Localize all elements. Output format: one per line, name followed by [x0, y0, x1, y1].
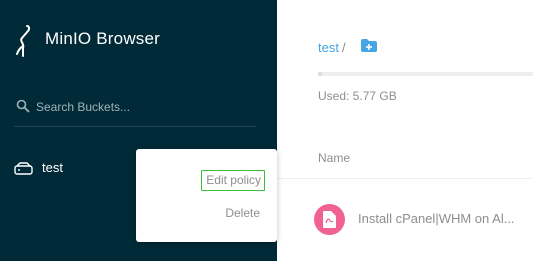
bucket-context-menu: Edit policy Delete — [136, 149, 277, 242]
delete-menu-item[interactable]: Delete — [225, 206, 260, 220]
folder-add-icon[interactable] — [361, 39, 377, 52]
breadcrumb-bucket-link[interactable]: test — [318, 40, 339, 55]
storage-progress-fill — [318, 72, 323, 76]
main-content: test / Used: 5.77 GB Name Install cPanel|… — [277, 0, 533, 261]
bucket-name: test — [42, 160, 63, 175]
app-title: MinIO Browser — [45, 29, 161, 48]
storage-progress-bar — [318, 72, 533, 76]
bucket-icon — [14, 162, 33, 175]
column-header-name[interactable]: Name — [318, 151, 350, 165]
search-buckets-input[interactable] — [36, 98, 251, 116]
breadcrumb: test / — [318, 40, 346, 55]
file-pdf-icon — [314, 204, 345, 235]
search-icon — [16, 99, 30, 113]
file-name: Install cPanel|WHM on Al... — [358, 211, 515, 226]
storage-used-label: Used: 5.77 GB — [318, 89, 397, 103]
header-divider — [277, 178, 533, 179]
search-underline — [14, 126, 256, 127]
minio-logo-icon — [16, 25, 31, 57]
edit-policy-menu-item[interactable]: Edit policy — [201, 170, 265, 191]
breadcrumb-separator: / — [341, 40, 346, 55]
